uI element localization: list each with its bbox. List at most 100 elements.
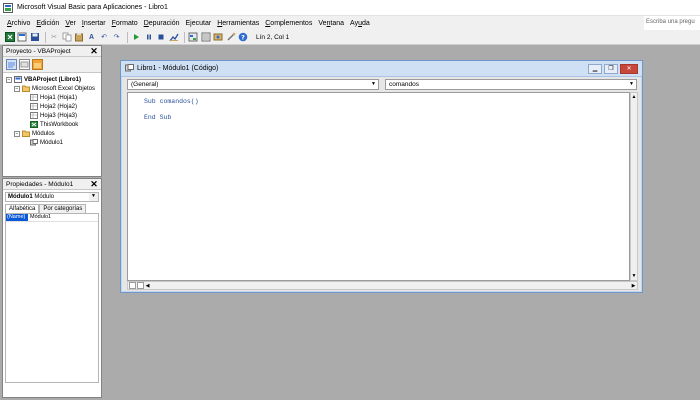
toolbar-separator [126, 31, 128, 43]
view-code-icon[interactable] [6, 59, 17, 70]
tab-por-categorias[interactable]: Por categorías [39, 204, 87, 213]
tree-node-hoja3[interactable]: Hoja3 (Hoja3) [30, 112, 77, 119]
code-window-title: Libro1 - Módulo1 (Código) [137, 65, 219, 72]
tree-node-module1[interactable]: Módulo1 [30, 139, 63, 146]
restore-icon[interactable]: ❐ [604, 64, 618, 74]
cut-icon[interactable]: ✂ [49, 32, 60, 43]
code-window: Libro1 - Módulo1 (Código) ▁ ❐ ✕ (General… [120, 60, 643, 293]
object-combo-value: (General) [131, 81, 159, 88]
menu-item-label: epuración [148, 19, 180, 27]
tree-label: VBAProject (Libro1) [24, 76, 82, 83]
chevron-down-icon[interactable]: ▼ [627, 80, 636, 89]
help-icon[interactable]: ? [238, 32, 249, 43]
project-explorer-icon[interactable] [188, 32, 199, 43]
reset-icon[interactable] [156, 32, 167, 43]
redo-icon[interactable]: ↷ [111, 32, 122, 43]
close-icon[interactable]: ✕ [620, 64, 638, 74]
property-value[interactable]: Módulo1 [28, 214, 51, 221]
properties-window: Propiedades - Módulo1 ✕ Módulo1 Módulo ▼… [2, 178, 102, 398]
workbook-icon [30, 121, 38, 128]
tree-node-excel-objects[interactable]: − Microsoft Excel Objetos [14, 85, 95, 92]
code-window-icon [125, 64, 134, 72]
view-object-icon[interactable] [19, 59, 30, 70]
code-line[interactable]: Sub comandos() [144, 98, 199, 105]
minimize-icon[interactable]: ▁ [588, 64, 602, 74]
scroll-down-icon[interactable]: ▼ [631, 273, 637, 279]
tree-label: Hoja3 (Hoja3) [40, 112, 78, 119]
properties-tabs: Alfabética Por categorías [5, 204, 101, 213]
worksheet-icon [30, 103, 38, 110]
scroll-left-icon[interactable]: ◀ [144, 283, 151, 289]
toolbar-separator [44, 31, 46, 43]
code-combos: (General) ▼ comandos ▼ [127, 79, 637, 90]
tree-node-hoja2[interactable]: Hoja2 (Hoja2) [30, 103, 77, 110]
menu-item[interactable]: Insertar [82, 20, 106, 27]
insert-module-icon[interactable] [17, 32, 28, 43]
menu-item[interactable]: Archivo [7, 20, 30, 27]
tree-node-modules[interactable]: − Módulos [14, 130, 55, 137]
close-icon[interactable]: ✕ [89, 46, 99, 56]
ask-question-box[interactable]: Escriba una pregu [644, 16, 700, 30]
toggle-folders-icon[interactable] [32, 59, 43, 70]
menu-item[interactable]: Complementos [265, 20, 312, 27]
chevron-down-icon[interactable]: ▼ [89, 193, 98, 201]
collapse-toggle[interactable]: − [6, 76, 12, 83]
break-icon[interactable] [143, 32, 154, 43]
worksheet-icon [30, 94, 38, 101]
save-icon[interactable] [29, 32, 40, 43]
object-type: Módulo [34, 194, 55, 200]
menu-item[interactable]: Ayuda [350, 20, 370, 27]
scroll-up-icon[interactable]: ▲ [631, 94, 637, 100]
cursor-position: Lín 2, Col 1 [256, 33, 290, 41]
tree-node-hoja1[interactable]: Hoja1 (Hoja1) [30, 94, 77, 101]
code-editor[interactable]: Sub comandos() End Sub [127, 92, 630, 281]
menu-item-label: erramientas [222, 19, 260, 27]
horizontal-scrollbar[interactable]: ◀ ▶ [127, 281, 638, 290]
folder-icon [22, 85, 30, 92]
tree-node-thisworkbook[interactable]: ThisWorkbook [30, 121, 78, 128]
menu-item[interactable]: Depuración [144, 20, 180, 27]
object-browser-icon[interactable] [213, 32, 224, 43]
property-row[interactable]: (Name) Módulo1 [6, 214, 98, 222]
menu-item[interactable]: Formato [112, 20, 138, 27]
toolbox-icon[interactable] [225, 32, 236, 43]
properties-window-icon[interactable] [200, 32, 211, 43]
full-module-view-icon[interactable] [137, 282, 144, 289]
menu-item[interactable]: Ejecutar [186, 20, 212, 27]
menu-item[interactable]: Edición [36, 20, 59, 27]
run-icon[interactable] [131, 32, 142, 43]
paste-icon[interactable] [74, 32, 85, 43]
properties-title: Propiedades - Módulo1 [6, 180, 74, 188]
menu-item[interactable]: Ver [65, 20, 76, 27]
menu-item[interactable]: Ventana [318, 20, 344, 27]
close-icon[interactable]: ✕ [89, 179, 99, 189]
tab-alfabetica[interactable]: Alfabética [5, 204, 40, 213]
code-line[interactable]: End Sub [144, 114, 171, 121]
menu-item-label: Ve [318, 19, 327, 27]
menu-item-label: da [362, 19, 370, 27]
find-icon[interactable]: A [86, 32, 97, 43]
menu-item[interactable]: Herramientas [217, 20, 259, 27]
collapse-toggle[interactable]: − [14, 85, 20, 92]
scroll-right-icon[interactable]: ▶ [630, 283, 637, 289]
undo-icon[interactable]: ↶ [99, 32, 110, 43]
property-name: (Name) [6, 214, 28, 221]
view-excel-icon[interactable] [4, 32, 15, 43]
procedure-view-icon[interactable] [129, 282, 136, 289]
module-icon [30, 139, 38, 146]
tree-node-vbaproject[interactable]: − VBAProject (Libro1) [6, 76, 81, 83]
project-explorer-title: Proyecto - VBAProject [6, 47, 71, 55]
folder-icon [22, 130, 30, 137]
object-selector[interactable]: Módulo1 Módulo ▼ [5, 192, 99, 202]
copy-icon[interactable] [61, 32, 72, 43]
vertical-scrollbar[interactable]: ▲ ▼ [630, 92, 638, 281]
collapse-toggle[interactable]: − [14, 130, 20, 137]
chevron-down-icon[interactable]: ▼ [369, 80, 378, 89]
procedure-combo[interactable]: comandos ▼ [385, 79, 637, 90]
vba-app-icon [3, 2, 13, 13]
object-combo[interactable]: (General) ▼ [127, 79, 379, 90]
project-explorer-header: Proyecto - VBAProject ✕ [3, 46, 101, 57]
design-mode-icon[interactable] [168, 32, 179, 43]
toolbar-separator [183, 31, 185, 43]
tree-label: Microsoft Excel Objetos [32, 85, 96, 92]
